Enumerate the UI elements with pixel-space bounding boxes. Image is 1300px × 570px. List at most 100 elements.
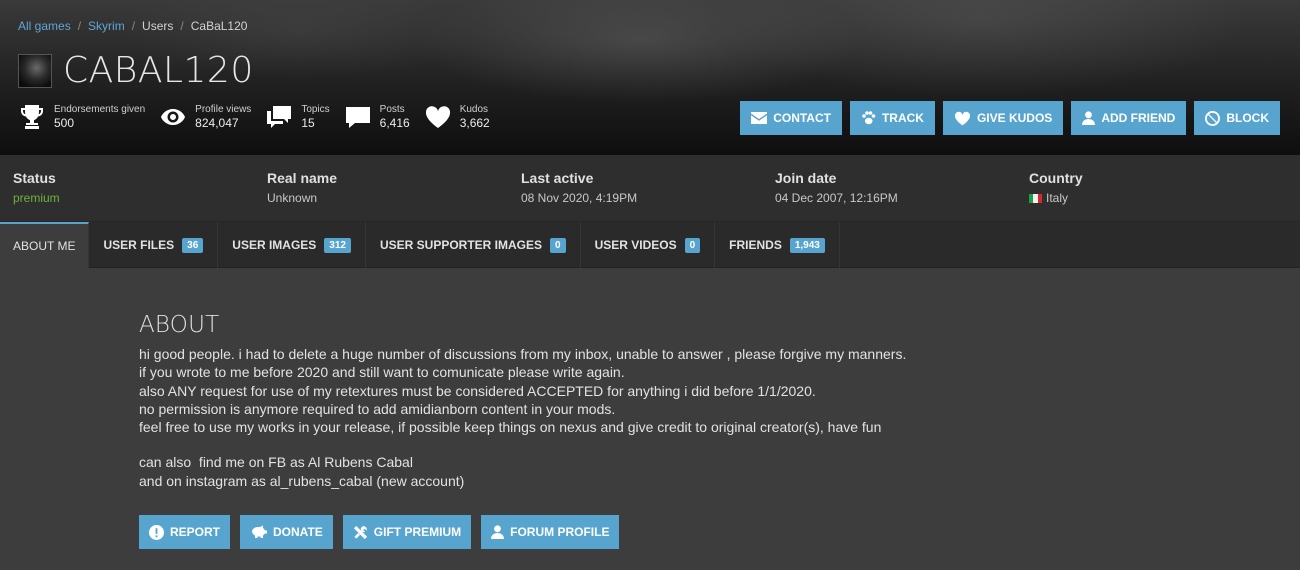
tab-about-me[interactable]: ABOUT ME xyxy=(0,222,90,268)
profile-stats: Endorsements given 500 Profile views 824… xyxy=(18,103,490,131)
breadcrumb-current-user: CaBaL120 xyxy=(190,19,248,33)
track-button-label: TRACK xyxy=(881,111,924,125)
donate-button[interactable]: DONATE xyxy=(240,515,333,550)
give-kudos-button-label: GIVE KUDOS xyxy=(976,111,1053,125)
eye-icon xyxy=(159,103,187,131)
tab-user-images[interactable]: USER IMAGES 312 xyxy=(218,222,366,268)
gift-premium-button[interactable]: GIFT PREMIUM xyxy=(342,515,472,550)
breadcrumb-separator: / xyxy=(77,19,82,33)
about-spacer xyxy=(139,436,1300,453)
count-badge: 312 xyxy=(324,237,351,253)
breadcrumb-skyrim[interactable]: Skyrim xyxy=(88,19,125,33)
stat-label: Profile views xyxy=(195,104,252,115)
about-actions: REPORT DONATE GIFT PREMIUM FORUM PROFILE xyxy=(139,515,1300,550)
donate-button-label: DONATE xyxy=(273,525,323,540)
stat-label: Kudos xyxy=(459,104,489,115)
speech-bubble-icon xyxy=(344,103,372,131)
tab-label: USER FILES xyxy=(103,238,175,252)
tab-label: FRIENDS xyxy=(729,238,782,252)
forum-profile-button-label: FORUM PROFILE xyxy=(510,525,610,540)
add-friend-button-label: ADD FRIEND xyxy=(1101,111,1176,125)
tab-user-videos[interactable]: USER VIDEOS 0 xyxy=(581,222,716,268)
info-last-active: Last active 08 Nov 2020, 4:19PM xyxy=(521,155,775,221)
give-kudos-button[interactable]: GIVE KUDOS xyxy=(942,101,1064,135)
count-badge: 1,943 xyxy=(789,237,825,253)
alert-icon xyxy=(149,524,164,540)
stat-value: 500 xyxy=(54,116,75,130)
breadcrumb-separator: / xyxy=(131,19,136,33)
forum-profile-button[interactable]: FORUM PROFILE xyxy=(481,515,620,550)
info-label: Real name xyxy=(267,170,338,186)
info-status: Status premium xyxy=(13,155,267,221)
about-text-line: hi good people. i had to delete a huge n… xyxy=(139,346,907,362)
profile-tabs: ABOUT ME USER FILES 36 USER IMAGES 312 U… xyxy=(0,222,1300,268)
info-value: Italy xyxy=(1029,191,1283,205)
stat-posts: Posts 6,416 xyxy=(344,103,410,131)
tools-icon xyxy=(353,525,367,539)
add-friend-button[interactable]: ADD FRIEND xyxy=(1071,101,1187,135)
stat-profile-views: Profile views 824,047 xyxy=(159,103,251,131)
count-badge: 0 xyxy=(550,237,566,253)
stat-value: 6,416 xyxy=(379,116,410,130)
tab-user-files[interactable]: USER FILES 36 xyxy=(89,222,219,268)
contact-button-label: CONTACT xyxy=(773,111,831,125)
country-name: Italy xyxy=(1046,191,1069,205)
count-badge: 0 xyxy=(684,237,701,253)
about-section: ABOUT hi good people. i had to delete a … xyxy=(0,268,1300,550)
page-title: CABAL120 xyxy=(63,50,254,91)
breadcrumb-separator: / xyxy=(180,19,184,33)
heart-icon xyxy=(424,103,452,131)
about-text-line: feel free to use my works in your releas… xyxy=(139,419,882,436)
info-label: Status xyxy=(13,170,56,186)
block-button-label: BLOCK xyxy=(1226,111,1269,125)
stat-kudos: Kudos 3,662 xyxy=(424,103,490,131)
stat-value: 3,662 xyxy=(459,116,490,130)
block-icon xyxy=(1205,110,1221,126)
paw-icon xyxy=(862,111,876,125)
info-value: Unknown xyxy=(267,191,318,205)
breadcrumb: All games / Skyrim / Users / CaBaL120 xyxy=(18,19,247,33)
info-country: Country Italy xyxy=(1029,155,1283,221)
about-text-line: if you wrote to me before 2020 and still… xyxy=(139,364,625,381)
heart-icon xyxy=(954,111,970,125)
track-button[interactable]: TRACK xyxy=(849,101,935,135)
stat-label: Endorsements given xyxy=(54,104,146,115)
envelope-icon xyxy=(751,112,768,124)
block-button[interactable]: BLOCK xyxy=(1194,101,1280,135)
tab-friends[interactable]: FRIENDS 1,943 xyxy=(715,222,840,268)
info-label: Country xyxy=(1029,170,1083,186)
tab-label: USER SUPPORTER IMAGES xyxy=(379,238,543,252)
tab-label: USER IMAGES xyxy=(232,238,317,252)
breadcrumb-all-games[interactable]: All games xyxy=(18,19,71,33)
stat-label: Posts xyxy=(379,104,405,115)
user-icon xyxy=(491,525,505,540)
profile-header: All games / Skyrim / Users / CaBaL120 CA… xyxy=(0,0,1300,155)
status-badge: premium xyxy=(13,191,60,205)
report-button-label: REPORT xyxy=(170,525,221,540)
about-heading: ABOUT xyxy=(139,312,220,338)
about-text-line: can also find me on FB as Al Rubens Caba… xyxy=(139,454,413,471)
gift-premium-button-label: GIFT PREMIUM xyxy=(373,525,462,540)
info-label: Last active xyxy=(521,170,594,186)
about-text-line: also ANY request for use of my retexture… xyxy=(139,382,816,399)
about-text-line: no permission is anymore required to add… xyxy=(139,400,616,417)
contact-button[interactable]: CONTACT xyxy=(740,101,842,135)
profile-actions: CONTACT TRACK GIVE KUDOS ADD FRIEND BLOC… xyxy=(740,101,1280,135)
count-badge: 36 xyxy=(182,237,204,253)
avatar xyxy=(18,53,52,88)
topics-icon xyxy=(265,103,293,131)
info-value: 08 Nov 2020, 4:19PM xyxy=(521,191,638,205)
tab-label: ABOUT ME xyxy=(13,239,76,253)
title-row: CABAL120 xyxy=(18,50,254,91)
breadcrumb-users[interactable]: Users xyxy=(142,19,173,33)
info-value: 04 Dec 2007, 12:16PM xyxy=(775,191,898,205)
tab-label: USER VIDEOS xyxy=(594,238,677,252)
report-button[interactable]: REPORT xyxy=(139,515,231,550)
user-icon xyxy=(1082,111,1096,125)
profile-info-bar: Status premium Real name Unknown Last ac… xyxy=(0,155,1300,222)
piggy-bank-icon xyxy=(252,525,268,539)
stat-value: 824,047 xyxy=(195,116,239,130)
stat-label: Topics xyxy=(301,104,330,115)
tab-user-supporter-images[interactable]: USER SUPPORTER IMAGES 0 xyxy=(366,222,581,268)
italy-flag-icon xyxy=(1029,193,1042,203)
